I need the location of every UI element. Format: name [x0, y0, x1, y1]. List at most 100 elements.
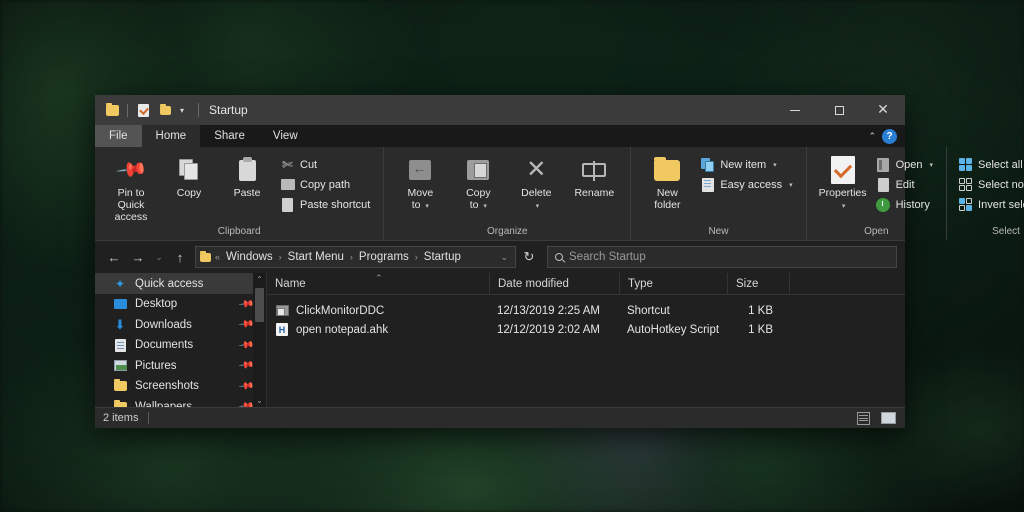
recent-locations-button[interactable]: ⌄: [151, 246, 167, 268]
copy-to-button[interactable]: Copy to ▾: [450, 152, 506, 215]
copy-label: Copy: [176, 187, 202, 199]
paste-button[interactable]: Paste: [219, 152, 275, 203]
sidebar-item-screenshots[interactable]: Screenshots 📌: [95, 376, 266, 397]
sidebar-item-quick-access[interactable]: ✦ Quick access: [95, 273, 266, 294]
paste-shortcut-button[interactable]: Paste shortcut: [277, 195, 375, 214]
file-date-cell: 12/12/2019 2:02 AM: [497, 323, 600, 336]
select-none-button[interactable]: Select none: [955, 175, 1024, 194]
close-button[interactable]: ✕: [861, 95, 905, 125]
breadcrumb-start-menu[interactable]: Start Menu: [286, 251, 346, 263]
scissors-icon: ✄: [282, 156, 293, 172]
file-name-cell[interactable]: H open notepad.ahk: [267, 323, 489, 337]
new-small-commands: New item ▾ Easy access ▾: [697, 152, 797, 194]
ribbon-group-new: New folder New item ▾ Easy access ▾ New: [630, 147, 805, 241]
scroll-up-icon[interactable]: ⌃: [256, 273, 263, 286]
sidebar-item-desktop[interactable]: Desktop 📌: [95, 294, 266, 315]
breadcrumb-separator[interactable]: ›: [278, 252, 283, 262]
new-folder-button[interactable]: New folder: [639, 152, 695, 215]
delete-button[interactable]: ✕ Delete ▾: [508, 152, 564, 215]
column-header-name[interactable]: Name ⌃: [267, 273, 489, 295]
breadcrumb-startup[interactable]: Startup: [422, 251, 463, 263]
select-all-button[interactable]: Select all: [955, 155, 1024, 174]
open-label: Open: [895, 158, 923, 171]
sidebar-item-pictures[interactable]: Pictures 📌: [95, 355, 266, 376]
cut-button[interactable]: ✄ Cut: [277, 155, 375, 174]
copy-path-label: Copy path: [300, 178, 351, 191]
new-item-caret-icon[interactable]: ▾: [773, 161, 777, 169]
column-header-type[interactable]: Type: [619, 273, 727, 295]
copy-icon: [179, 155, 199, 185]
address-bar[interactable]: « Windows › Start Menu › Programs › Star…: [195, 246, 516, 269]
qat-new-folder-icon[interactable]: [156, 101, 174, 119]
copy-button[interactable]: Copy: [161, 152, 217, 203]
paste-label: Paste: [233, 187, 261, 199]
open-button[interactable]: Open ▾: [873, 155, 938, 174]
up-button[interactable]: ↑: [169, 246, 191, 268]
file-name-label: open notepad.ahk: [296, 323, 389, 336]
file-name-cell[interactable]: ClickMonitorDDC: [267, 304, 489, 318]
history-button[interactable]: History: [873, 195, 938, 214]
minimize-button[interactable]: [773, 95, 817, 125]
breadcrumb-windows[interactable]: Windows: [224, 251, 275, 263]
help-icon[interactable]: ?: [882, 128, 897, 144]
new-item-button[interactable]: New item ▾: [697, 155, 797, 174]
maximize-button[interactable]: [817, 95, 861, 125]
breadcrumb-separator[interactable]: ›: [349, 252, 354, 262]
easy-access-caret-icon[interactable]: ▾: [789, 181, 793, 189]
large-icons-view-icon[interactable]: [880, 411, 897, 426]
back-button[interactable]: ←: [103, 246, 125, 268]
breadcrumb-programs[interactable]: Programs: [357, 251, 411, 263]
tab-home[interactable]: Home: [141, 125, 201, 147]
search-input[interactable]: Search Startup: [547, 246, 897, 269]
scrollbar-thumb[interactable]: [255, 288, 264, 323]
view-toggle-group: [855, 411, 897, 426]
ribbon-group-label-clipboard: Clipboard: [217, 226, 261, 238]
easy-access-button[interactable]: Easy access ▾: [697, 175, 797, 194]
pin-to-quick-access-label: Pin to Quick access: [114, 187, 148, 223]
ribbon-group-label-organize: Organize: [487, 226, 528, 238]
sidebar-item-wallpapers[interactable]: Wallpapers 📌: [95, 396, 266, 407]
paste-shortcut-icon: [280, 197, 295, 212]
tab-view[interactable]: View: [259, 125, 312, 147]
address-dropdown-icon[interactable]: ⌄: [499, 252, 509, 263]
desktop-icon: [113, 297, 127, 311]
window-title: Startup: [209, 103, 248, 117]
qat-folder-icon[interactable]: [103, 101, 121, 119]
table-row[interactable]: ClickMonitorDDC 12/13/2019 2:25 AM Short…: [267, 301, 905, 320]
column-header-size[interactable]: Size: [727, 273, 789, 295]
sidebar-item-downloads[interactable]: ⬇ Downloads 📌: [95, 314, 266, 335]
invert-selection-button[interactable]: Invert selection: [955, 195, 1024, 214]
new-item-label: New item: [720, 158, 767, 171]
tab-share[interactable]: Share: [200, 125, 259, 147]
copy-path-button[interactable]: Copy path: [277, 175, 375, 194]
forward-button[interactable]: →: [127, 246, 149, 268]
rename-button[interactable]: Rename: [566, 152, 622, 203]
pin-to-quick-access-button[interactable]: 📌 Pin to Quick access: [103, 152, 159, 226]
collapse-ribbon-icon[interactable]: ⌃: [868, 131, 876, 142]
open-caret-icon[interactable]: ▾: [930, 161, 934, 169]
open-icon: [876, 157, 891, 172]
details-view-icon[interactable]: [855, 411, 872, 426]
edit-button[interactable]: Edit: [873, 175, 938, 194]
move-to-button[interactable]: Moveto ▾: [392, 152, 448, 215]
sidebar-scrollbar[interactable]: ⌃ ⌄: [253, 273, 266, 407]
qat-customize-caret-icon[interactable]: ▾: [178, 106, 186, 115]
status-bar: 2 items: [95, 407, 905, 428]
sidebar-item-documents[interactable]: Documents 📌: [95, 335, 266, 356]
table-row[interactable]: H open notepad.ahk 12/12/2019 2:02 AM Au…: [267, 320, 905, 339]
desktop: ▾ Startup ✕ File Home Share View ⌃ ? 📌 P…: [0, 0, 1024, 512]
address-bar-right: ⌄: [499, 252, 511, 263]
clipboard-small-commands: ✄ Cut Copy path Paste shortcut: [277, 152, 375, 214]
tab-file[interactable]: File: [95, 125, 142, 147]
refresh-button[interactable]: ↻: [518, 246, 540, 268]
breadcrumb-separator[interactable]: ›: [414, 252, 419, 262]
paste-shortcut-label: Paste shortcut: [300, 198, 371, 211]
column-header-date-modified[interactable]: Date modified: [489, 273, 619, 295]
breadcrumb-overflow-icon[interactable]: «: [214, 252, 221, 262]
documents-icon: [113, 338, 127, 352]
properties-button[interactable]: Properties ▾: [815, 152, 871, 215]
title-bar[interactable]: ▾ Startup ✕: [95, 95, 905, 125]
scroll-down-icon[interactable]: ⌄: [256, 394, 263, 407]
qat-properties-icon[interactable]: [134, 101, 152, 119]
navigation-pane: ✦ Quick access Desktop 📌 ⬇ Downloads 📌 D…: [95, 273, 267, 407]
